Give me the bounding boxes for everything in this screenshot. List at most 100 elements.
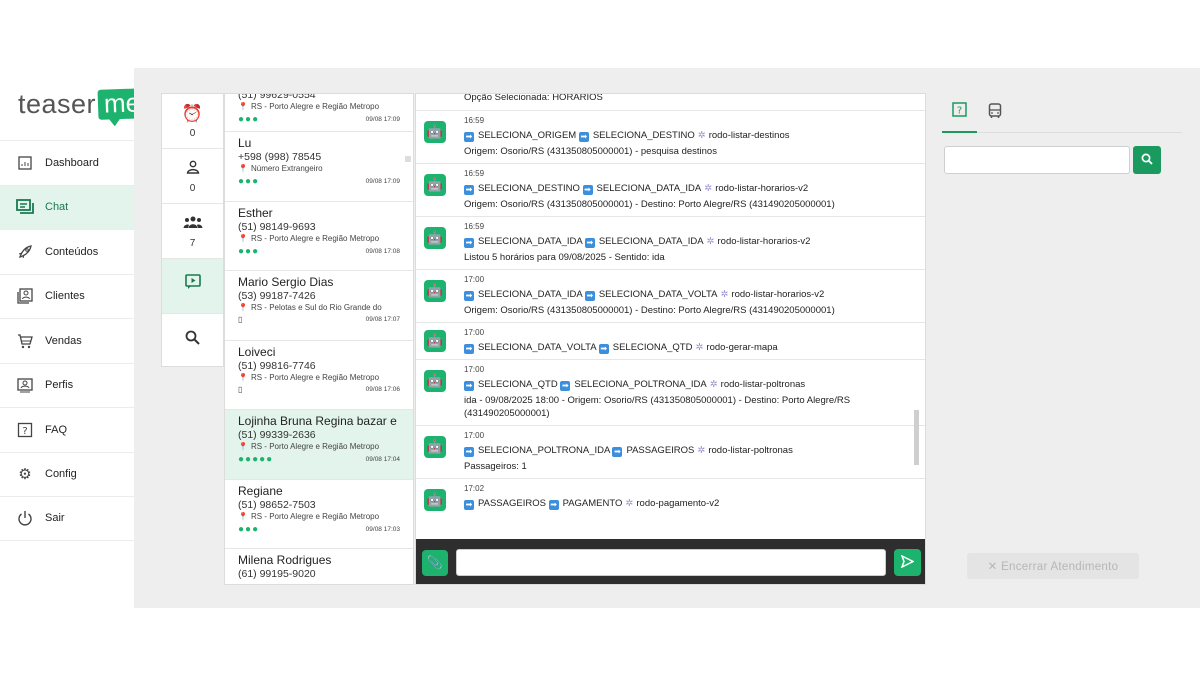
- message-time: 17:00: [464, 275, 485, 284]
- chat-scrollbar[interactable]: [914, 410, 919, 465]
- message-time: 17:00: [464, 328, 485, 337]
- filter-column: ⏰ 0 0 7: [161, 93, 224, 367]
- contact-name: Loiveci: [238, 344, 276, 359]
- app: teaser me Dashboard Chat Conteúdos Client…: [0, 68, 1200, 608]
- bot-icon: 🤖: [424, 370, 446, 392]
- arrow-icon: ➡: [464, 132, 474, 142]
- chat-panel: Opção Selecionada: HORARIOS 🤖 16:59 ➡ SEL…: [415, 93, 926, 585]
- chat-message: 🤖 17:00 ➡ SELECIONA_POLTRONA_IDA ➡ PASSAGE…: [416, 426, 925, 479]
- contact-phone: +598 (998) 78545: [238, 151, 322, 163]
- bot-icon: 🤖: [424, 121, 446, 143]
- list-item[interactable]: Milena Rodrigues (61) 99195-9020: [225, 549, 413, 584]
- cart-icon: [16, 332, 34, 350]
- message-flow: ➡ SELECIONA_DESTINO ➡ SELECIONA_DATA_IDA ✲ r…: [464, 183, 809, 195]
- contact-phone: (53) 99187-7426: [238, 290, 316, 302]
- sidebar-item-chat[interactable]: Chat: [0, 184, 134, 229]
- sidebar-item-vendas[interactable]: Vendas: [0, 318, 134, 363]
- message-flow: ➡ PASSAGEIROS ➡ PAGAMENTO ✲ rodo-pagamento-v…: [464, 498, 720, 510]
- message-flow: ➡ SELECIONA_ORIGEM ➡ SELECIONA_DESTINO ✲ rod…: [464, 130, 790, 142]
- filter-search[interactable]: [162, 314, 223, 369]
- message-flow: ➡ SELECIONA_DATA_IDA ➡ SELECIONA_DATA_VOLT…: [464, 289, 825, 301]
- alarm-clock-icon: ⏰: [181, 103, 204, 123]
- contact-time: 09/08 17:09: [365, 116, 400, 123]
- location-pin-icon: 📍: [238, 303, 248, 312]
- list-item[interactable]: Lu +598 (998) 78545 📍 Número Extrangeiro …: [225, 132, 413, 202]
- bot-icon: 🤖: [424, 436, 446, 458]
- end-service-button[interactable]: ✕ Encerrar Atendimento: [967, 553, 1139, 579]
- person-icon: [186, 159, 200, 179]
- list-item[interactable]: Loiveci (51) 99816-7746 📍 RS - Porto Aleg…: [225, 341, 413, 410]
- contact-time: 09/08 17:06: [365, 385, 400, 393]
- sidebar-item-label: Sair: [45, 512, 65, 525]
- location-pin-icon: 📍: [238, 372, 248, 382]
- scrollbar[interactable]: [405, 156, 411, 162]
- list-item[interactable]: Esther (51) 98149-9693 📍 RS - Porto Alegr…: [225, 202, 413, 271]
- contact-time: 09/08 17:09: [365, 178, 400, 185]
- chat-message: 🤖 16:59 ➡ SELECIONA_DESTINO ➡ SELECIONA_DA…: [416, 164, 925, 217]
- gear-icon: ✲: [706, 236, 715, 247]
- profile-icon: [16, 376, 34, 394]
- arrow-icon: ➡: [464, 238, 474, 248]
- sidebar-item-perfis[interactable]: Perfis: [0, 362, 134, 408]
- message-text: Origem: Osorio/RS (431350805000001) - De…: [464, 199, 835, 210]
- svg-text:?: ?: [22, 426, 27, 437]
- group-icon: [183, 214, 203, 234]
- message-text: Origem: Osorio/RS (431350805000001) - De…: [464, 305, 835, 316]
- search-button[interactable]: [1133, 146, 1161, 174]
- message-text: Passageiros: 1: [464, 461, 527, 472]
- gear-icon: ✲: [625, 498, 634, 509]
- sidebar-item-clientes[interactable]: Clientes: [0, 273, 134, 319]
- contact-phone: (51) 98149-9693: [238, 220, 316, 233]
- contact-phone: (51) 99629-0554: [238, 93, 316, 101]
- chat-message: 🤖 17:00 ➡ SELECIONA_DATA_VOLTA ➡ SELECIONA…: [416, 323, 925, 360]
- arrow-icon: ➡: [582, 185, 593, 195]
- contact-name: Milena Rodrigues: [238, 553, 332, 567]
- list-item[interactable]: Lojinha Bruna Regina bazar e u (51) 9933…: [225, 410, 413, 480]
- contact-name: Lu: [238, 136, 252, 150]
- filter-active-chats[interactable]: [162, 259, 223, 314]
- right-panel: ? ✕ Encerrar Atendimento: [942, 93, 1182, 585]
- gear-icon: ✲: [697, 445, 706, 456]
- contact-location: 📍 RS - Pelotas e Sul do Rio Grande do: [238, 303, 382, 312]
- search-input[interactable]: [944, 146, 1130, 174]
- contact-location: 📍 RS - Porto Alegre e Região Metropo: [238, 442, 380, 451]
- message-input[interactable]: [456, 549, 886, 576]
- sidebar-item-faq[interactable]: ? FAQ: [0, 407, 134, 452]
- bot-icon: 🤖: [424, 280, 446, 302]
- gear-icon: ✲: [709, 379, 718, 390]
- gear-icon: ✲: [695, 342, 704, 353]
- location-pin-icon: 📍: [238, 102, 248, 111]
- sidebar-item-label: FAQ: [45, 423, 68, 436]
- message-time: 16:59: [464, 116, 485, 125]
- filter-waiting[interactable]: ⏰ 0: [162, 94, 223, 149]
- message-text: Opção Selecionada: HORARIOS: [464, 94, 603, 103]
- filter-group[interactable]: 7: [162, 204, 223, 259]
- tab-bus[interactable]: [977, 93, 1012, 133]
- list-item[interactable]: (51) 99629-0554 📍 RS - Porto Alegre e Reg…: [225, 93, 413, 132]
- sidebar-item-sair[interactable]: Sair: [0, 496, 134, 541]
- clients-icon: [16, 287, 34, 305]
- filter-mine[interactable]: 0: [162, 149, 223, 204]
- arrow-icon: ➡: [464, 344, 474, 354]
- list-item[interactable]: Regiane (51) 98652-7503 📍 RS - Porto Aleg…: [225, 480, 413, 549]
- bot-icon: 🤖: [424, 330, 446, 352]
- contact-phone: (61) 99195-9020: [238, 568, 316, 580]
- message-text: Listou 5 horários para 09/08/2025 - Sent…: [464, 252, 665, 263]
- gear-icon: ✲: [720, 289, 729, 300]
- contact-time: 09/08 17:07: [365, 316, 400, 323]
- filter-count: 7: [189, 237, 196, 249]
- list-item[interactable]: Mario Sergio Dias (53) 99187-7426 📍 RS - …: [225, 271, 413, 341]
- attach-button[interactable]: 📎: [422, 549, 448, 576]
- arrow-icon: ➡: [598, 344, 609, 354]
- status-dots: ●●●●●: [238, 454, 274, 465]
- tab-faq[interactable]: ?: [942, 93, 977, 133]
- sidebar-item-dashboard[interactable]: Dashboard: [0, 140, 134, 185]
- send-button[interactable]: [894, 549, 921, 576]
- gear-icon: ✲: [697, 130, 706, 141]
- sidebar-item-config[interactable]: ⚙ Config: [0, 451, 134, 497]
- sidebar-item-conteudos[interactable]: Conteúdos: [0, 229, 134, 274]
- message-flow: ➡ SELECIONA_POLTRONA_IDA ➡ PASSAGEIROS ✲ rod…: [464, 445, 793, 457]
- chat-message: 🤖 16:59 ➡ SELECIONA_DATA_IDA ➡ SELECIONA_D…: [416, 217, 925, 270]
- faq-icon: ?: [952, 102, 967, 122]
- contact-name: Mario Sergio Dias: [238, 275, 334, 289]
